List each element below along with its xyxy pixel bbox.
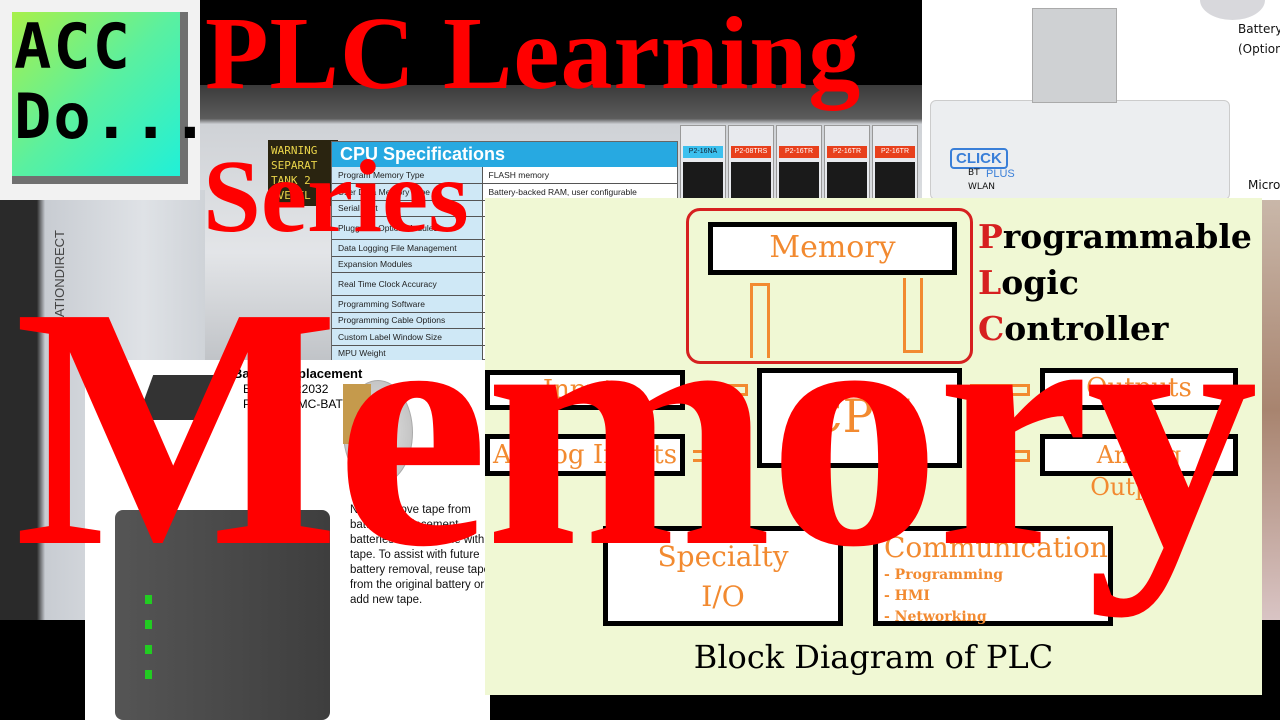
series-subtitle: Series bbox=[203, 139, 469, 254]
logo-line-1: ACC bbox=[14, 10, 132, 83]
module-label: P2-16TR bbox=[779, 146, 819, 158]
led-wlan-label: WLAN bbox=[968, 182, 996, 192]
module-label: P2-16TR bbox=[827, 146, 867, 158]
battery-coin bbox=[1200, 0, 1265, 20]
module-label: P2-08TRS bbox=[731, 146, 771, 158]
click-plus-label: PLUS bbox=[986, 168, 1015, 180]
topic-title: Memory bbox=[14, 236, 1258, 618]
click-logo: CLICK bbox=[950, 148, 1008, 169]
callout-battery: Battery bbox=[1238, 22, 1280, 36]
module-label: P2-16TR bbox=[875, 146, 915, 158]
spec-value: FLASH memory bbox=[482, 167, 677, 184]
click-plc-photo: CLICK PLUS Battery (Option Micro BT WLAN bbox=[922, 0, 1280, 200]
callout-optional: (Option bbox=[1238, 42, 1280, 56]
logo-line-2: Do... bbox=[14, 80, 211, 153]
channel-logo: ACC Do... bbox=[0, 0, 211, 200]
callout-micro: Micro bbox=[1248, 178, 1280, 192]
battery-holder bbox=[1032, 8, 1117, 103]
module-label: P2-16NA bbox=[683, 146, 723, 158]
series-title: PLC Learning bbox=[205, 0, 862, 111]
led-bt-label: BT bbox=[968, 168, 980, 178]
diagram-caption: Block Diagram of PLC bbox=[693, 638, 1054, 676]
